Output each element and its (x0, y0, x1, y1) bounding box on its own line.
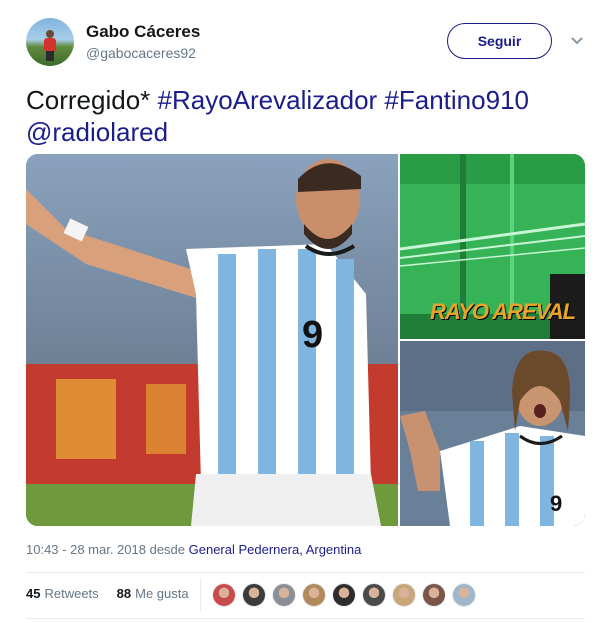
liker-avatar[interactable] (452, 583, 476, 607)
divider-top (26, 572, 585, 573)
liker-avatar[interactable] (242, 583, 266, 607)
likes-label: Me gusta (135, 586, 189, 601)
media-photo-main[interactable]: 9 (26, 154, 398, 526)
stats-divider (200, 578, 201, 612)
media-photo-player-2[interactable]: 9 (400, 341, 585, 526)
tweet-text: Corregido* #RayoArevalizador #Fantino910… (26, 84, 586, 148)
divider-bottom (26, 618, 585, 619)
likes-stat[interactable]: 88 Me gusta (117, 586, 189, 601)
avatar-figure-body (44, 38, 56, 52)
author-avatar[interactable] (26, 18, 74, 66)
media-photo-tv-graphic[interactable]: RAYO AREVAL (400, 154, 585, 339)
liker-avatar[interactable] (302, 583, 326, 607)
tweet-meta: 10:43 - 28 mar. 2018 desde General Peder… (26, 542, 361, 557)
mention-link[interactable]: @radiolared (26, 117, 168, 147)
likes-count: 88 (116, 586, 132, 601)
retweets-label: Retweets (44, 586, 99, 601)
liker-avatar[interactable] (272, 583, 296, 607)
chevron-down-icon[interactable] (570, 34, 584, 48)
liker-avatar[interactable] (332, 583, 356, 607)
tweet-stats: 45 Retweets 88 Me gusta (26, 586, 189, 601)
liker-avatar[interactable] (422, 583, 446, 607)
liker-avatar[interactable] (392, 583, 416, 607)
media-grid: 9 RAYO AREVAL 9 (26, 154, 585, 526)
tweet-location-link[interactable]: General Pedernera, Argentina (189, 542, 362, 557)
liker-avatar[interactable] (212, 583, 236, 607)
author-name[interactable]: Gabo Cáceres (86, 22, 200, 42)
follow-button[interactable]: Seguir (447, 23, 552, 59)
tv-overlay-text: RAYO AREVAL (430, 299, 576, 324)
avatar-figure-legs (46, 51, 54, 61)
liker-avatar[interactable] (362, 583, 386, 607)
jersey-number-main: 9 (302, 314, 324, 356)
jersey-number-small: 9 (550, 491, 563, 516)
tweet-text-plain: Corregido* (26, 85, 158, 115)
player-celebration-image (26, 154, 398, 526)
likers-avatars (212, 583, 476, 607)
author-handle[interactable]: @gabocaceres92 (86, 45, 196, 61)
tweet-timestamp[interactable]: 10:43 - 28 mar. 2018 desde (26, 542, 189, 557)
avatar-figure-head (46, 30, 54, 38)
hashtag-link[interactable]: #Fantino910 (384, 85, 529, 115)
retweets-count: 45 (26, 586, 41, 601)
hashtag-link[interactable]: #RayoArevalizador (158, 85, 378, 115)
retweets-stat[interactable]: 45 Retweets (26, 586, 99, 601)
